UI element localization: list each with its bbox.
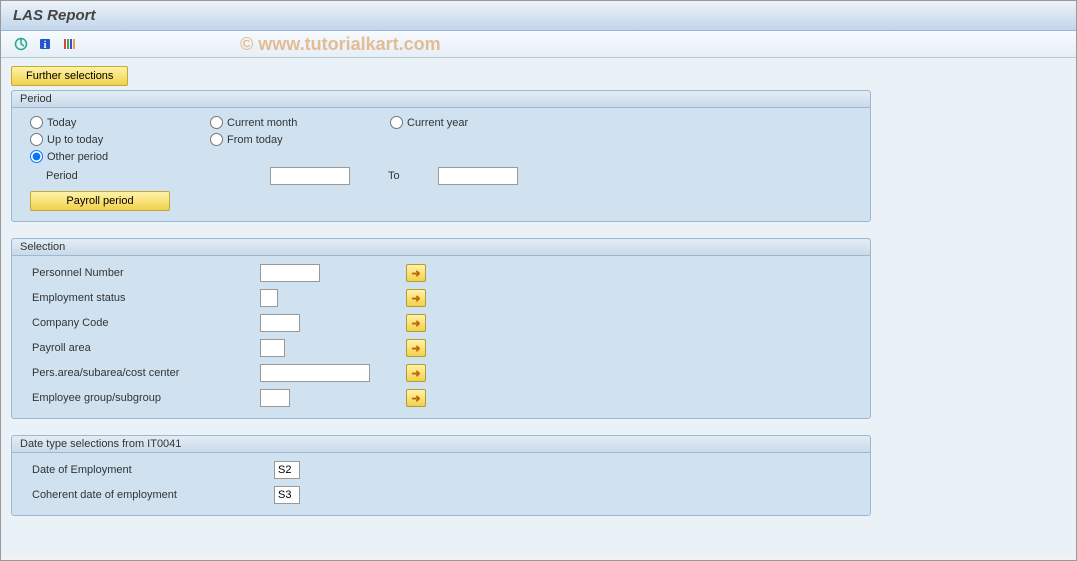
field-payroll-area: Payroll area ➜ (30, 337, 852, 359)
selection-group-title: Selection (12, 239, 870, 256)
arrow-icon[interactable]: ➜ (406, 264, 426, 282)
radio-up-to-today[interactable]: Up to today (30, 133, 210, 146)
company-code-input[interactable] (260, 314, 300, 332)
field-employee-group: Employee group/subgroup ➜ (30, 387, 852, 409)
employment-status-input[interactable] (260, 289, 278, 307)
personnel-number-input[interactable] (260, 264, 320, 282)
employee-group-input[interactable] (260, 389, 290, 407)
period-group: Period Today Current month Current year … (11, 90, 871, 222)
field-date-employment: Date of Employment (30, 459, 852, 481)
svg-text:i: i (44, 40, 47, 51)
datetype-group: Date type selections from IT0041 Date of… (11, 435, 871, 516)
period-label: Period (46, 170, 260, 182)
selection-group: Selection Personnel Number ➜ Employment … (11, 238, 871, 419)
datetype-group-title: Date type selections from IT0041 (12, 436, 870, 453)
pers-area-input[interactable] (260, 364, 370, 382)
period-to-input[interactable] (438, 167, 518, 185)
field-coherent-date: Coherent date of employment (30, 484, 852, 506)
period-group-title: Period (12, 91, 870, 108)
arrow-icon[interactable]: ➜ (406, 389, 426, 407)
period-from-input[interactable] (270, 167, 350, 185)
payroll-area-input[interactable] (260, 339, 285, 357)
radio-from-today[interactable]: From today (210, 133, 390, 146)
payroll-period-button[interactable]: Payroll period (30, 191, 170, 211)
arrow-icon[interactable]: ➜ (406, 339, 426, 357)
radio-current-month[interactable]: Current month (210, 116, 390, 129)
date-employment-input[interactable] (274, 461, 300, 479)
radio-other-period[interactable]: Other period (30, 150, 210, 163)
info-icon[interactable]: i (35, 35, 55, 53)
arrow-icon[interactable]: ➜ (406, 289, 426, 307)
radio-today[interactable]: Today (30, 116, 210, 129)
variant-icon[interactable] (59, 35, 79, 53)
to-label: To (388, 170, 428, 182)
page-title: LAS Report (1, 1, 1076, 31)
content-area: Further selections Period Today Current … (1, 58, 1076, 557)
arrow-icon[interactable]: ➜ (406, 314, 426, 332)
field-company-code: Company Code ➜ (30, 312, 852, 334)
radio-current-year[interactable]: Current year (390, 116, 570, 129)
execute-icon[interactable] (11, 35, 31, 53)
field-pers-area: Pers.area/subarea/cost center ➜ (30, 362, 852, 384)
coherent-date-input[interactable] (274, 486, 300, 504)
further-selections-button[interactable]: Further selections (11, 66, 128, 86)
field-employment-status: Employment status ➜ (30, 287, 852, 309)
arrow-icon[interactable]: ➜ (406, 364, 426, 382)
field-personnel-number: Personnel Number ➜ (30, 262, 852, 284)
toolbar: i (1, 31, 1076, 58)
